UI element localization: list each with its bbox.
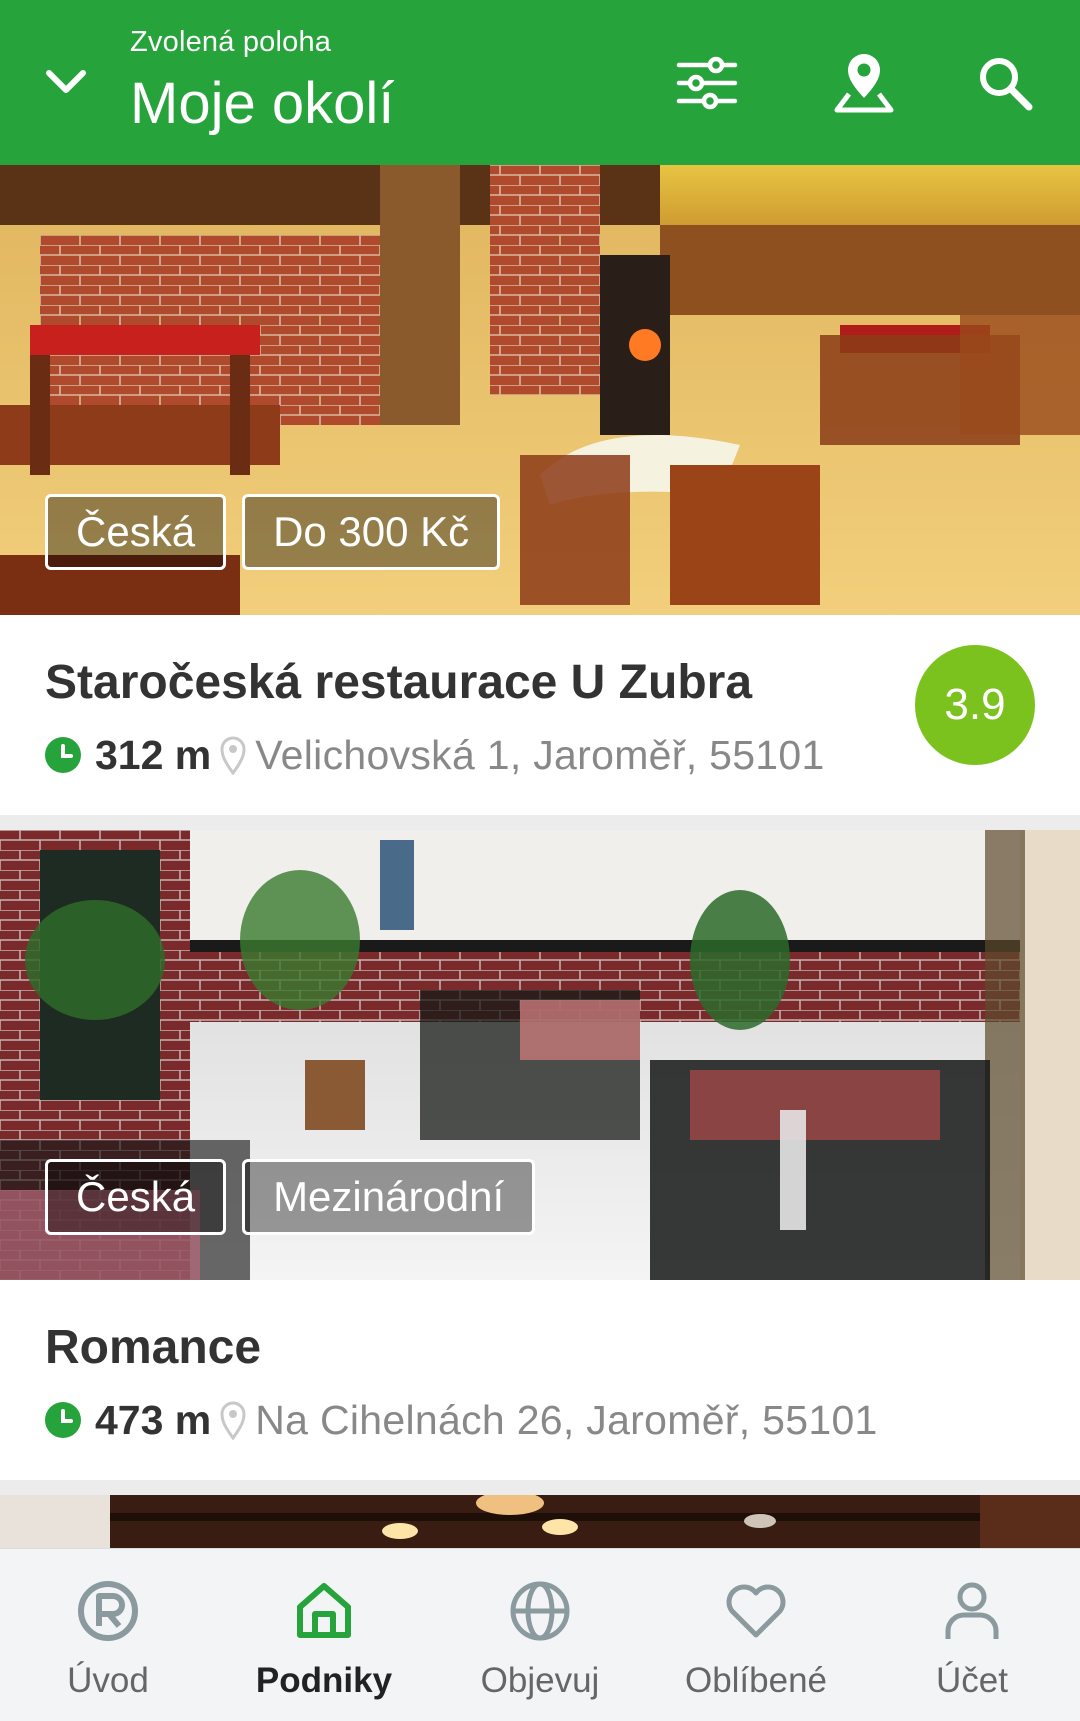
nav-label: Podniky bbox=[255, 1661, 393, 1700]
search-icon[interactable] bbox=[970, 48, 1040, 118]
filter-sliders-icon[interactable] bbox=[672, 48, 742, 118]
restaurant-address: Velichovská 1, Jaroměř, 55101 bbox=[255, 731, 825, 778]
open-clock-icon bbox=[45, 1402, 81, 1438]
restaurant-card[interactable]: Česká Mezinárodní Romance 473 m Na Cihel… bbox=[0, 830, 1080, 1480]
restaurant-card[interactable] bbox=[0, 1495, 1080, 1555]
r-logo-icon bbox=[70, 1573, 146, 1649]
globe-icon bbox=[502, 1573, 578, 1649]
location-label: Zvolená poloha bbox=[130, 26, 332, 58]
nav-label: Účet bbox=[936, 1661, 1008, 1700]
home-icon bbox=[286, 1573, 362, 1649]
restaurant-card[interactable]: Česká Do 300 Kč Staročeská restaurace U … bbox=[0, 165, 1080, 815]
price-tag: Do 300 Kč bbox=[242, 494, 501, 570]
restaurant-meta: 473 m Na Cihelnách 26, Jaroměř, 55101 bbox=[45, 1390, 878, 1450]
restaurant-photo[interactable]: Česká Mezinárodní bbox=[0, 830, 1080, 1280]
cuisine-tag: Mezinárodní bbox=[242, 1159, 536, 1235]
restaurant-name: Staročeská restaurace U Zubra bbox=[45, 656, 753, 709]
location-title[interactable]: Moje okolí bbox=[130, 72, 394, 136]
heart-icon bbox=[718, 1573, 794, 1649]
restaurant-address: Na Cihelnách 26, Jaroměř, 55101 bbox=[255, 1396, 878, 1443]
restaurant-name: Romance bbox=[45, 1321, 262, 1374]
nav-label: Objevuj bbox=[480, 1661, 600, 1700]
restaurant-photo[interactable]: Česká Do 300 Kč bbox=[0, 165, 1080, 615]
nav-label: Úvod bbox=[67, 1661, 149, 1700]
restaurant-meta: 312 m Velichovská 1, Jaroměř, 55101 bbox=[45, 725, 825, 785]
user-icon bbox=[934, 1573, 1010, 1649]
restaurant-info[interactable]: Staročeská restaurace U Zubra 312 m Veli… bbox=[0, 615, 1080, 815]
restaurant-photo[interactable] bbox=[0, 1495, 1080, 1555]
restaurant-list[interactable]: Česká Do 300 Kč Staročeská restaurace U … bbox=[0, 165, 1080, 1570]
tag-list: Česká Mezinárodní bbox=[45, 1159, 536, 1235]
map-location-icon[interactable] bbox=[826, 45, 902, 121]
restaurant-info[interactable]: Romance 473 m Na Cihelnách 26, Jaroměř, … bbox=[0, 1280, 1080, 1480]
restaurant-photo-image bbox=[0, 1495, 1080, 1555]
map-pin-icon bbox=[219, 1400, 247, 1440]
nav-item-oblibene[interactable]: Oblíbené bbox=[648, 1549, 864, 1721]
nav-item-podniky[interactable]: Podniky bbox=[216, 1549, 432, 1721]
nav-label: Oblíbené bbox=[684, 1661, 828, 1700]
nav-item-uvod[interactable]: Úvod bbox=[0, 1549, 216, 1721]
tag-list: Česká Do 300 Kč bbox=[45, 494, 501, 570]
open-clock-icon bbox=[45, 737, 81, 773]
cuisine-tag: Česká bbox=[45, 1159, 227, 1235]
map-pin-icon bbox=[219, 735, 247, 775]
distance: 473 m bbox=[95, 1396, 212, 1443]
nav-item-objevuj[interactable]: Objevuj bbox=[432, 1549, 648, 1721]
bottom-navigation: Úvod Podniky Objevuj Oblíbené Účet bbox=[0, 1548, 1080, 1721]
distance: 312 m bbox=[95, 731, 212, 778]
app-header: Zvolená poloha Moje okolí bbox=[0, 0, 1080, 165]
nav-item-ucet[interactable]: Účet bbox=[864, 1549, 1080, 1721]
rating-badge: 3.9 bbox=[915, 645, 1035, 765]
cuisine-tag: Česká bbox=[45, 494, 227, 570]
chevron-down-icon[interactable] bbox=[36, 52, 96, 112]
